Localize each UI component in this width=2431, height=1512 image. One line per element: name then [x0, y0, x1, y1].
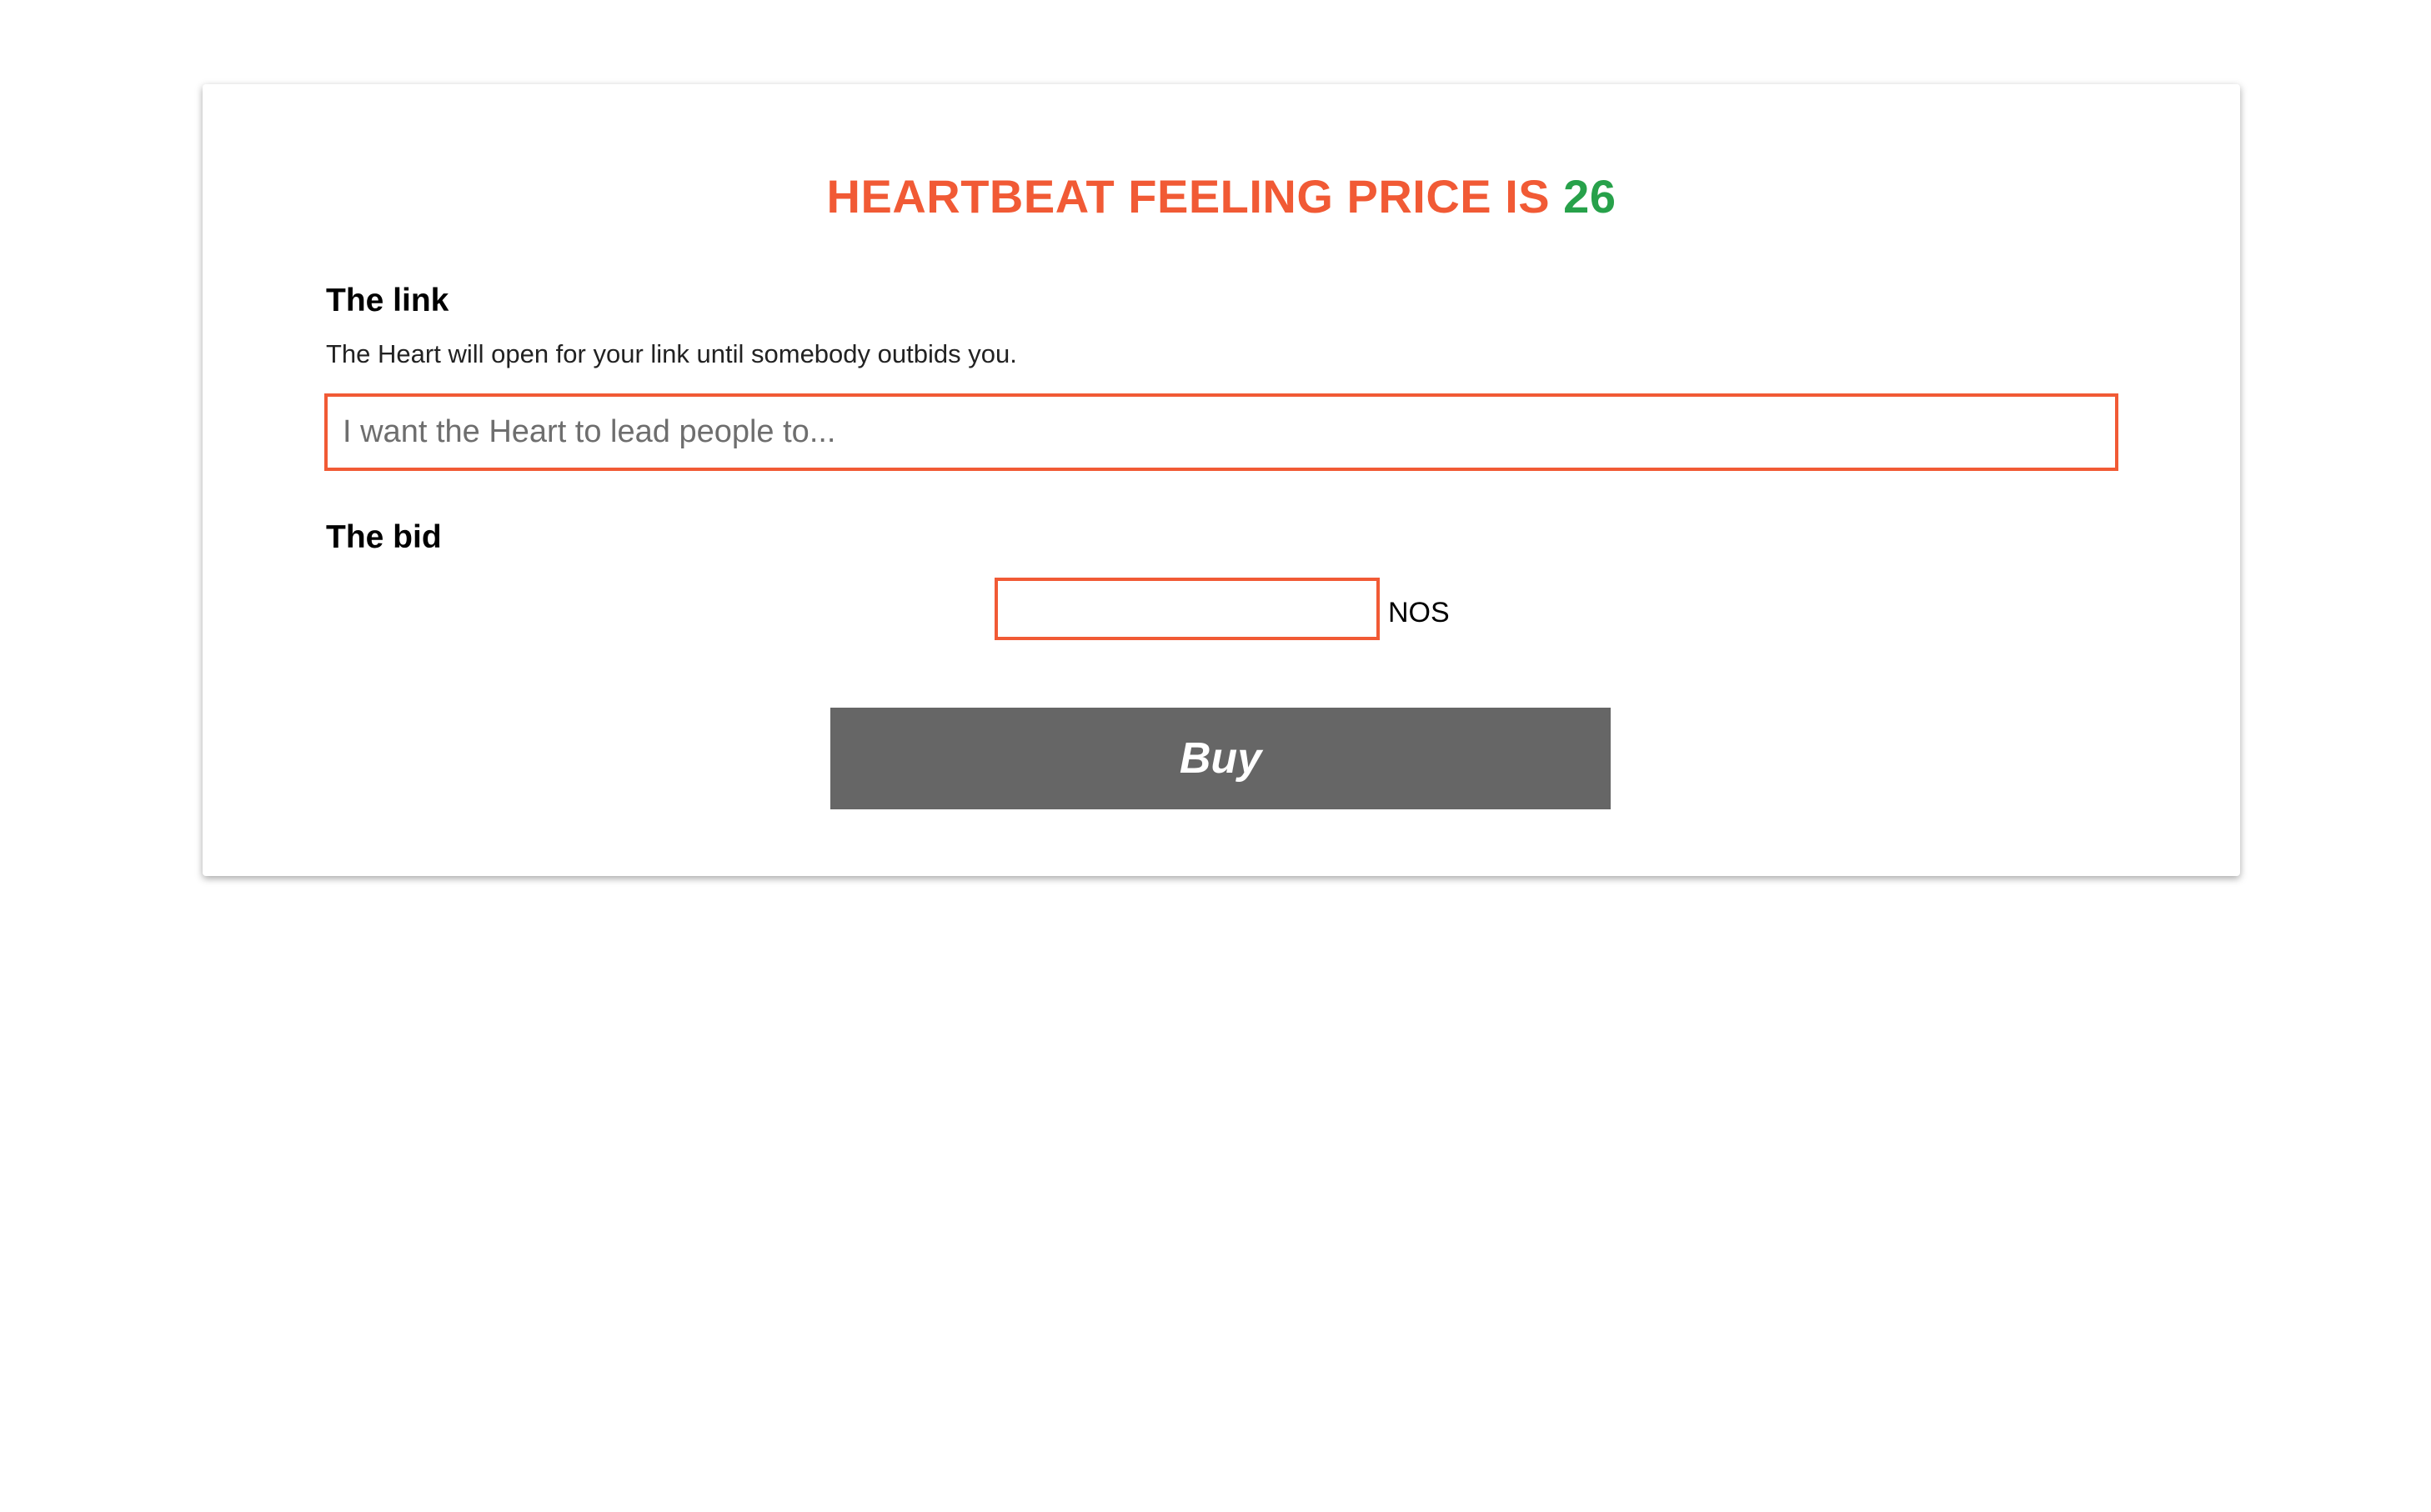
bid-row: NOS — [995, 578, 1450, 640]
bid-card: HEARTBEAT FEELING PRICE IS 26 The link T… — [203, 84, 2240, 876]
currency-label: NOS — [1388, 597, 1450, 628]
link-helper-text: The Heart will open for your link until … — [326, 339, 1017, 368]
page-title: HEARTBEAT FEELING PRICE IS 26 — [203, 168, 2240, 226]
price-value: 26 — [1563, 170, 1616, 223]
link-input[interactable] — [324, 393, 2118, 471]
bid-amount-input[interactable] — [995, 578, 1380, 640]
bid-section-label: The bid — [326, 519, 442, 555]
title-text: HEARTBEAT FEELING PRICE IS — [826, 170, 1551, 223]
link-section-label: The link — [326, 283, 449, 318]
buy-button[interactable]: Buy — [830, 708, 1611, 809]
